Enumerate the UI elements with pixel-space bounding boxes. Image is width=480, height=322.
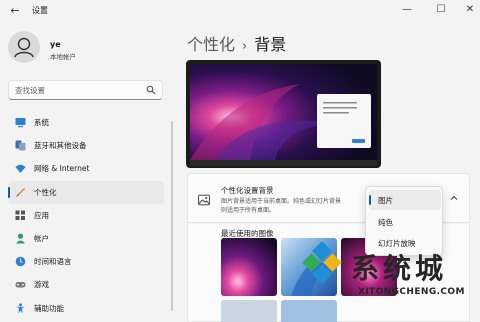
sidebar-item-network[interactable]: 网络 & Internet (8, 157, 164, 180)
sidebar-item-label: 游戏 (34, 280, 49, 290)
card-description: 图片背景适用于当前桌面。纯色或幻灯片背景则适用于所有桌面。 (221, 198, 342, 214)
sidebar-item-label: 个性化 (34, 187, 57, 197)
watermark-text: 系统城 (351, 252, 448, 285)
sidebar-scrollbar[interactable] (171, 121, 173, 311)
sidebar-item-label: 网络 & Internet (34, 164, 90, 174)
personalization-icon (16, 187, 25, 197)
time-language-icon (15, 256, 26, 267)
sidebar-item-label: 应用 (34, 210, 49, 220)
minimize-button[interactable]: — (397, 2, 417, 18)
sidebar-item-gaming[interactable]: 游戏 (8, 273, 164, 296)
sidebar-item-apps[interactable]: 应用 (8, 204, 164, 227)
back-arrow-icon[interactable]: ← (8, 4, 22, 18)
dropdown-option-picture[interactable]: 图片 (369, 190, 441, 210)
avatar[interactable] (8, 31, 40, 63)
recent-image-thumbnail[interactable] (221, 300, 277, 322)
window-title: 设置 (32, 6, 48, 15)
search-placeholder: 查找设置 (15, 86, 45, 95)
maximize-button[interactable]: ☐ (431, 2, 451, 18)
user-silhouette-icon (14, 37, 34, 58)
account-type: 本地帐户 (50, 53, 76, 61)
dropdown-option-solid-color[interactable]: 纯色 (369, 212, 441, 232)
taskbar-preview (190, 160, 377, 166)
network-icon (15, 165, 26, 174)
chevron-up-icon[interactable] (449, 193, 459, 203)
breadcrumb-parent[interactable]: 个性化 (187, 35, 235, 54)
page-title: 背景 (254, 35, 287, 54)
dropdown-option-label: 图片 (378, 196, 393, 205)
apps-icon (15, 210, 25, 220)
sidebar-item-time-language[interactable]: 时间和语言 (8, 250, 164, 273)
bluetooth-icon (15, 140, 26, 151)
title-bar: ← 设置 — ☐ ✕ (0, 0, 480, 24)
recent-image-thumbnail[interactable] (221, 238, 277, 296)
user-name: ye (50, 40, 61, 49)
watermark-url: XITONGCHENG.COM (358, 287, 465, 297)
sidebar-item-label: 时间和语言 (34, 257, 72, 267)
gaming-icon (15, 282, 26, 288)
selection-indicator (369, 195, 371, 205)
accessibility-icon (16, 302, 25, 313)
accounts-icon (16, 233, 25, 244)
search-input[interactable]: 查找设置 (8, 80, 163, 100)
desktop-preview (186, 60, 381, 168)
card-title: 个性化设置背景 (221, 186, 274, 195)
breadcrumb: 个性化 › 背景 (187, 31, 286, 55)
close-button[interactable]: ✕ (460, 2, 480, 18)
sidebar-item-bluetooth[interactable]: 蓝牙和其他设备 (8, 134, 164, 157)
sidebar-item-label: 辅助功能 (34, 303, 64, 313)
sidebar-nav: 系统 蓝牙和其他设备 网络 & Internet 个性化 应用 帐户 时间和语言… (8, 111, 164, 320)
background-type-dropdown[interactable]: 图片 纯色 幻灯片放映 (365, 186, 443, 256)
breadcrumb-separator: › (242, 39, 248, 54)
wallpaper-preview-image (190, 64, 377, 160)
sidebar-item-system[interactable]: 系统 (8, 111, 164, 134)
selection-indicator (8, 186, 10, 198)
search-icon (146, 85, 156, 95)
recent-image-thumbnail[interactable] (281, 300, 337, 322)
sidebar-item-label: 蓝牙和其他设备 (34, 141, 87, 151)
sidebar-item-accounts[interactable]: 帐户 (8, 227, 164, 250)
sidebar-item-personalization[interactable]: 个性化 (8, 180, 164, 204)
dropdown-option-label: 纯色 (378, 218, 393, 227)
image-icon (198, 194, 210, 206)
watermark-logo-icon (302, 242, 342, 284)
sidebar-item-label: 帐户 (34, 233, 49, 243)
sidebar-item-label: 系统 (34, 118, 49, 127)
sidebar-item-accessibility[interactable]: 辅助功能 (8, 297, 164, 320)
system-icon (15, 118, 26, 128)
